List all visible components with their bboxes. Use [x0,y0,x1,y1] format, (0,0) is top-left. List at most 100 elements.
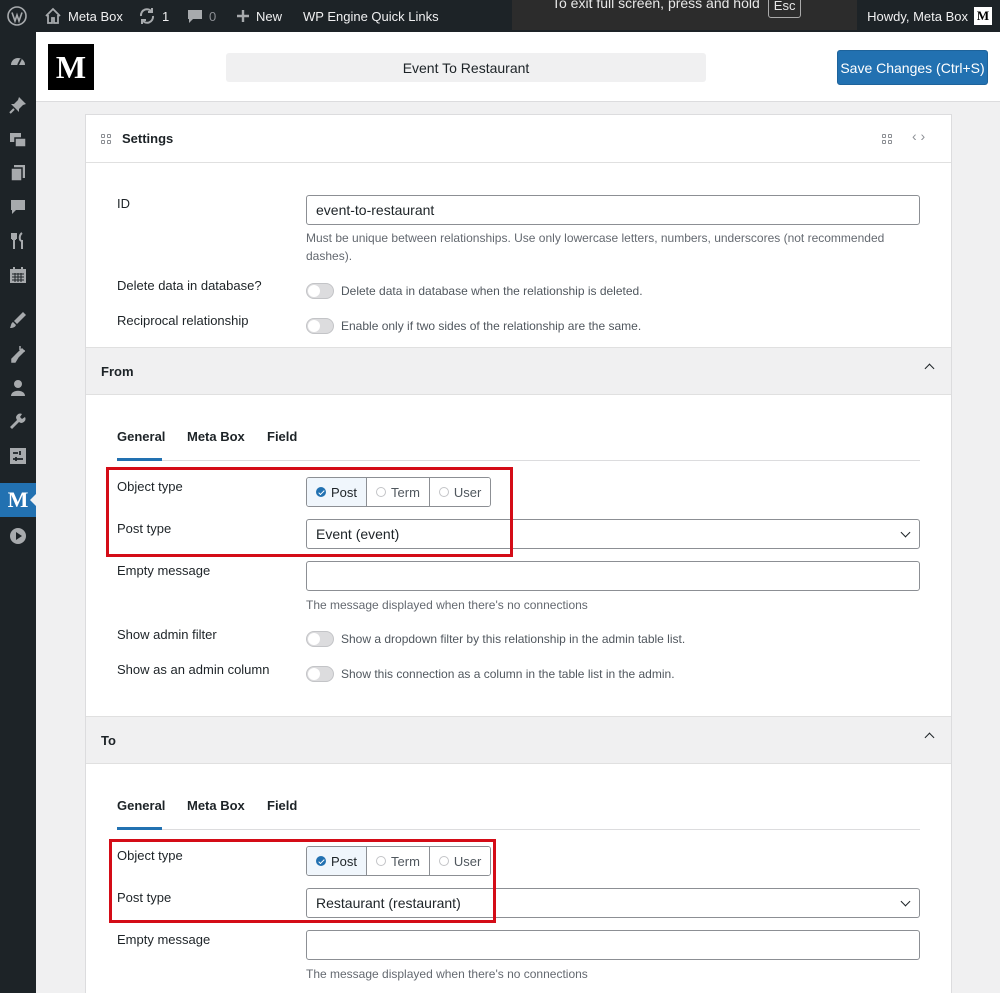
new-content-link[interactable]: New [236,0,282,32]
pages-icon[interactable] [0,156,36,190]
account-menu[interactable]: Howdy, Meta Box M [867,0,992,32]
fullscreen-notice-text: To exit full screen, press and hold [552,0,760,11]
from-empty-message-input[interactable] [306,561,920,591]
builder-header: M Event To Restaurant Save Changes (Ctrl… [36,32,1000,102]
comments-icon[interactable] [0,190,36,224]
id-description: Must be unique between relationships. Us… [306,231,885,263]
from-object-type-selector[interactable]: Post Term User [306,477,492,507]
from-admin-filter-toggle[interactable]: Show a dropdown filter by this relations… [306,631,685,647]
chevron-down-icon [900,527,911,538]
quick-links[interactable]: WP Engine Quick Links [303,0,439,32]
to-object-type-post[interactable]: Post [307,847,367,875]
site-name-link[interactable]: Meta Box [44,0,123,32]
metabox-letter: M [7,487,29,512]
id-label: ID [117,196,130,211]
appearance-icon[interactable] [0,303,36,337]
avatar: M [974,7,992,25]
from-post-type-label: Post type [117,521,172,536]
to-object-type-term[interactable]: Term [366,847,429,875]
calendar-icon[interactable] [0,258,36,292]
plus-icon [237,10,249,22]
from-object-type-user[interactable]: User [428,478,491,506]
to-tab-meta-box[interactable]: Meta Box [187,798,245,830]
checked-icon [316,487,326,497]
dashboard-icon[interactable] [0,44,36,78]
from-tab-field[interactable]: Field [267,429,297,461]
updates-count: 1 [162,8,170,24]
to-post-type-select[interactable]: Restaurant (restaurant) [306,888,920,918]
from-tab-meta-box[interactable]: Meta Box [187,429,245,461]
to-tab-field[interactable]: Field [267,798,297,830]
to-heading: To [101,732,116,748]
tools-icon[interactable] [0,405,36,439]
from-empty-message-label: Empty message [117,563,211,578]
quick-links-label: WP Engine Quick Links [303,8,439,24]
to-post-type-label: Post type [117,890,172,905]
to-tab-general[interactable]: General [117,798,165,830]
pin-icon[interactable] [0,88,36,122]
to-object-type-post-label: Post [331,853,358,869]
metabox-icon[interactable]: M [0,483,36,517]
from-object-type-term-label: Term [391,484,420,500]
radio-icon [376,487,387,497]
to-section-header[interactable]: To [86,716,951,764]
from-admin-column-toggle[interactable]: Show this connection as a column in the … [306,666,675,682]
users-icon[interactable] [0,371,36,405]
relationship-title-input[interactable]: Event To Restaurant [226,53,706,82]
to-object-type-user-label: User [453,853,482,869]
reciprocal-description: Enable only if two sides of the relation… [341,319,642,333]
comments-link[interactable]: 0 [187,0,216,32]
to-object-type-term-label: Term [391,853,420,869]
checked-icon [316,856,326,866]
media-icon[interactable] [0,122,36,156]
from-object-type-post[interactable]: Post [307,478,367,506]
settings-header: Settings ‹ › [86,115,951,163]
to-object-type-user[interactable]: User [428,847,491,875]
from-tab-general[interactable]: General [117,429,165,461]
reciprocal-switch[interactable] [306,318,334,334]
delete-data-description: Delete data in database when the relatio… [341,284,643,298]
updates-link[interactable]: 1 [138,0,169,32]
save-changes-button[interactable]: Save Changes (Ctrl+S) [837,50,988,85]
delete-data-switch[interactable] [306,283,334,299]
from-admin-column-label: Show as an admin column [117,662,270,677]
to-tabs: General Meta Box Field [117,798,920,830]
play-icon[interactable] [0,519,36,553]
from-admin-column-switch[interactable] [306,666,334,682]
esc-key: Esc [767,0,802,18]
layout-grid-icon[interactable] [882,134,892,144]
from-section-header[interactable]: From [86,347,951,395]
fullscreen-notice: To exit full screen, press and hold Esc [512,0,857,30]
from-object-type-term[interactable]: Term [366,478,429,506]
from-object-type-user-label: User [453,484,482,500]
from-admin-filter-switch[interactable] [306,631,334,647]
to-object-type-label: Object type [117,848,183,863]
to-empty-message-input[interactable] [306,930,920,960]
settings-icon[interactable] [0,439,36,473]
home-icon [45,7,61,24]
settings-heading: Settings [122,131,174,146]
to-empty-message-description: The message displayed when there's no co… [306,967,588,981]
code-icon[interactable]: ‹ › [912,128,925,144]
id-input[interactable]: event-to-restaurant [306,195,920,225]
collapse-icon[interactable] [924,363,935,374]
site-name: Meta Box [68,8,123,24]
collapse-icon[interactable] [924,732,935,743]
to-object-type-selector[interactable]: Post Term User [306,846,492,876]
relationship-panel: Settings ‹ › ID event-to-restaurant Must… [85,114,952,993]
from-tabs: General Meta Box Field [117,429,920,461]
from-empty-message-description: The message displayed when there's no co… [306,598,588,612]
new-label: New [256,8,283,24]
wordpress-logo-icon[interactable] [7,0,27,32]
admin-sidebar: M [0,32,36,993]
to-empty-message-label: Empty message [117,932,211,947]
delete-data-label: Delete data in database? [117,278,262,293]
comments-count: 0 [209,8,217,24]
restaurant-icon[interactable] [0,224,36,258]
plugins-icon[interactable] [0,337,36,371]
chevron-down-icon [900,896,911,907]
delete-data-toggle[interactable]: Delete data in database when the relatio… [306,283,643,299]
reciprocal-toggle[interactable]: Enable only if two sides of the relation… [306,318,641,334]
comment-icon [188,10,202,23]
from-post-type-select[interactable]: Event (event) [306,519,920,549]
